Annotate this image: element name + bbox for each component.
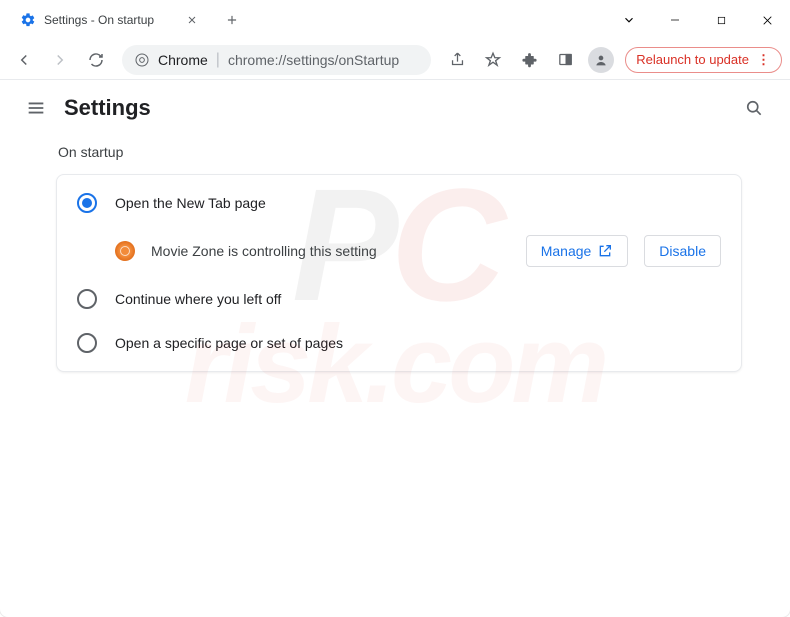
settings-content: On startup Open the New Tab page Movie Z… <box>0 136 790 372</box>
tab-title: Settings - On startup <box>44 13 176 27</box>
share-icon[interactable] <box>441 44 473 76</box>
browser-window: Settings - On startup <box>0 0 790 617</box>
chrome-logo-icon <box>134 52 150 68</box>
radio-unselected-icon <box>77 289 97 309</box>
profile-avatar[interactable] <box>585 44 617 76</box>
new-tab-button[interactable] <box>218 6 246 34</box>
close-window-button[interactable] <box>744 0 790 40</box>
extensions-puzzle-icon[interactable] <box>513 44 545 76</box>
page-title: Settings <box>64 95 151 121</box>
relaunch-update-button[interactable]: Relaunch to update ⋮ <box>625 47 782 73</box>
search-icon[interactable] <box>734 88 774 128</box>
hamburger-menu-icon[interactable] <box>16 88 56 128</box>
window-controls <box>606 0 790 40</box>
option-label: Open the New Tab page <box>115 195 266 211</box>
sidepanel-icon[interactable] <box>549 44 581 76</box>
back-button[interactable] <box>8 44 40 76</box>
option-label: Continue where you left off <box>115 291 281 307</box>
forward-button[interactable] <box>44 44 76 76</box>
option-open-new-tab[interactable]: Open the New Tab page <box>57 181 741 225</box>
omnibox-separator: | <box>216 51 220 69</box>
browser-toolbar: Chrome | chrome://settings/onStartup Rel… <box>0 40 790 80</box>
manage-label: Manage <box>541 243 592 259</box>
omnibox-prefix: Chrome <box>158 52 208 68</box>
option-continue[interactable]: Continue where you left off <box>57 277 741 321</box>
option-specific-pages[interactable]: Open a specific page or set of pages <box>57 321 741 365</box>
manage-button[interactable]: Manage <box>526 235 629 267</box>
kebab-menu-icon: ⋮ <box>757 52 771 68</box>
reload-button[interactable] <box>80 44 112 76</box>
settings-appbar: Settings <box>0 80 790 136</box>
section-heading: On startup <box>58 144 742 160</box>
maximize-button[interactable] <box>698 0 744 40</box>
extension-message: Movie Zone is controlling this setting <box>151 243 510 259</box>
movie-zone-extension-icon <box>115 241 135 261</box>
address-bar[interactable]: Chrome | chrome://settings/onStartup <box>122 45 431 75</box>
disable-label: Disable <box>659 243 706 259</box>
settings-gear-icon <box>20 12 36 28</box>
browser-tab[interactable]: Settings - On startup <box>10 3 210 37</box>
disable-button[interactable]: Disable <box>644 235 721 267</box>
radio-unselected-icon <box>77 333 97 353</box>
startup-options-card: Open the New Tab page Movie Zone is cont… <box>56 174 742 372</box>
external-link-icon <box>597 243 613 259</box>
bookmark-star-icon[interactable] <box>477 44 509 76</box>
option-label: Open a specific page or set of pages <box>115 335 343 351</box>
radio-selected-icon <box>77 193 97 213</box>
chevron-down-icon[interactable] <box>606 0 652 40</box>
relaunch-label: Relaunch to update <box>636 52 749 67</box>
extension-control-notice: Movie Zone is controlling this setting M… <box>57 225 741 277</box>
titlebar: Settings - On startup <box>0 0 790 40</box>
close-tab-icon[interactable] <box>184 12 200 28</box>
avatar-icon <box>588 47 614 73</box>
minimize-button[interactable] <box>652 0 698 40</box>
omnibox-url: chrome://settings/onStartup <box>228 52 399 68</box>
